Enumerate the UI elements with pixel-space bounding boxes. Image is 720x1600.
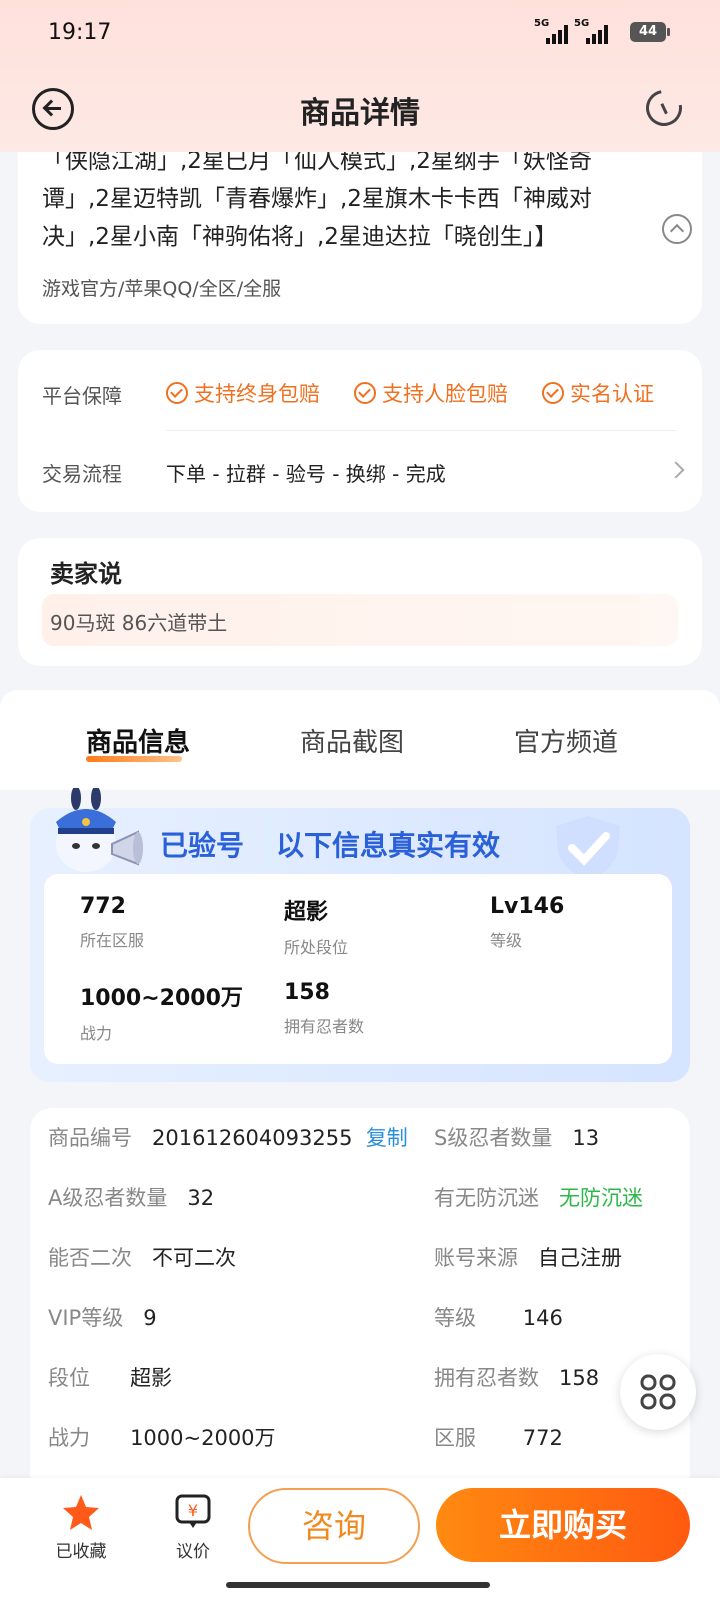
seller-message: 90马斑 86六道带土 (50, 611, 228, 635)
detail-row: S级忍者数量 13 (434, 1126, 600, 1150)
price-tag-icon: ¥ (175, 1494, 211, 1528)
process-label: 交易流程 (42, 462, 122, 486)
verified-text: 以下信息真实有效 (276, 829, 501, 862)
detail-row: 区服 772 (434, 1426, 563, 1450)
check-circle-icon (542, 382, 564, 404)
star-filled-icon (63, 1495, 99, 1530)
nav-bar: 商品详情 (0, 74, 720, 146)
verified-stats: 772 所在区服 超影 所处段位 Lv146 等级 1000~2000万 战力 … (44, 874, 672, 1064)
stat-ninjas: 158 拥有忍者数 (284, 980, 365, 1036)
battery-icon: 44 (630, 22, 670, 42)
detail-row: 账号来源 自己注册 (434, 1246, 623, 1270)
home-indicator (226, 1582, 490, 1588)
detail-row: 段位 超影 (48, 1366, 173, 1390)
detail-row: VIP等级 9 (48, 1306, 157, 1330)
guarantee-card: 平台保障 支持终身包赔 支持人脸包赔 实名认证 交易流程 下单 - 拉群 - 验… (18, 350, 702, 512)
bargain-button[interactable]: ¥ 议价 (148, 1492, 238, 1562)
signal-icon-2: 5G (574, 18, 612, 44)
status-bar: 19:17 5G 5G 44 (0, 0, 720, 66)
stat-level: Lv146 等级 (490, 894, 565, 950)
stat-server: 772 所在区服 (80, 894, 145, 950)
divider (166, 430, 676, 431)
detail-product-id: 商品编号 201612604093255 复制 (48, 1126, 408, 1150)
chevron-right-icon[interactable] (667, 461, 685, 479)
buy-now-button[interactable]: 立即购买 (436, 1488, 690, 1562)
collapse-up-icon[interactable] (662, 214, 692, 244)
detail-row: 拥有忍者数 158 (434, 1366, 600, 1390)
details-card: 商品编号 201612604093255 复制 S级忍者数量 13 A级忍者数量… (30, 1108, 690, 1508)
verified-badge: 已验号 (160, 829, 245, 862)
floating-menu-button[interactable] (620, 1354, 696, 1430)
detail-row: 战力 1000~2000万 (48, 1426, 276, 1450)
shield-check-icon (556, 816, 620, 880)
description-meta: 游戏官方/苹果QQ/全区/全服 (42, 278, 282, 300)
copy-button[interactable]: 复制 (366, 1126, 408, 1150)
svg-text:¥: ¥ (188, 1501, 198, 1520)
signal-icon: 5G (534, 18, 572, 44)
guarantee-item-face: 支持人脸包赔 (354, 378, 508, 408)
detail-row: A级忍者数量 32 (48, 1186, 215, 1210)
seller-message-box: 90马斑 86六道带土 (42, 594, 678, 646)
guarantee-label: 平台保障 (42, 384, 122, 408)
tab-active-underline (86, 756, 182, 762)
stat-power: 1000~2000万 战力 (80, 986, 243, 1043)
seller-card: 卖家说 90马斑 86六道带土 (18, 538, 702, 666)
description-text: 「侠隐江湖」,2星巳月「仙人模式」,2星纲手「妖怪奇谭」,2星迈特凯「青春爆炸」… (42, 148, 592, 250)
consult-button[interactable]: 咨询 (248, 1488, 420, 1564)
detail-row: 能否二次 不可二次 (48, 1246, 237, 1270)
police-mascot-icon (56, 788, 143, 872)
guarantee-item-realname: 实名认证 (542, 378, 654, 408)
check-circle-icon (354, 382, 376, 404)
process-steps[interactable]: 下单 - 拉群 - 验号 - 换绑 - 完成 (166, 458, 446, 487)
status-time: 19:17 (48, 20, 112, 45)
stat-rank: 超影 所处段位 (284, 900, 349, 957)
check-circle-icon (166, 382, 188, 404)
detail-row: 有无防沉迷 无防沉迷 (434, 1186, 644, 1210)
favorite-button[interactable]: 已收藏 (36, 1492, 126, 1562)
detail-row: 等级 146 (434, 1306, 563, 1330)
grid-menu-icon (640, 1374, 676, 1410)
tab-official-channel[interactable]: 官方频道 (514, 722, 618, 759)
seller-title: 卖家说 (50, 560, 122, 588)
tab-screenshots[interactable]: 商品截图 (300, 722, 404, 759)
page-title: 商品详情 (300, 96, 420, 131)
guarantee-item-lifetime: 支持终身包赔 (166, 378, 320, 408)
tab-product-info[interactable]: 商品信息 (86, 722, 190, 759)
